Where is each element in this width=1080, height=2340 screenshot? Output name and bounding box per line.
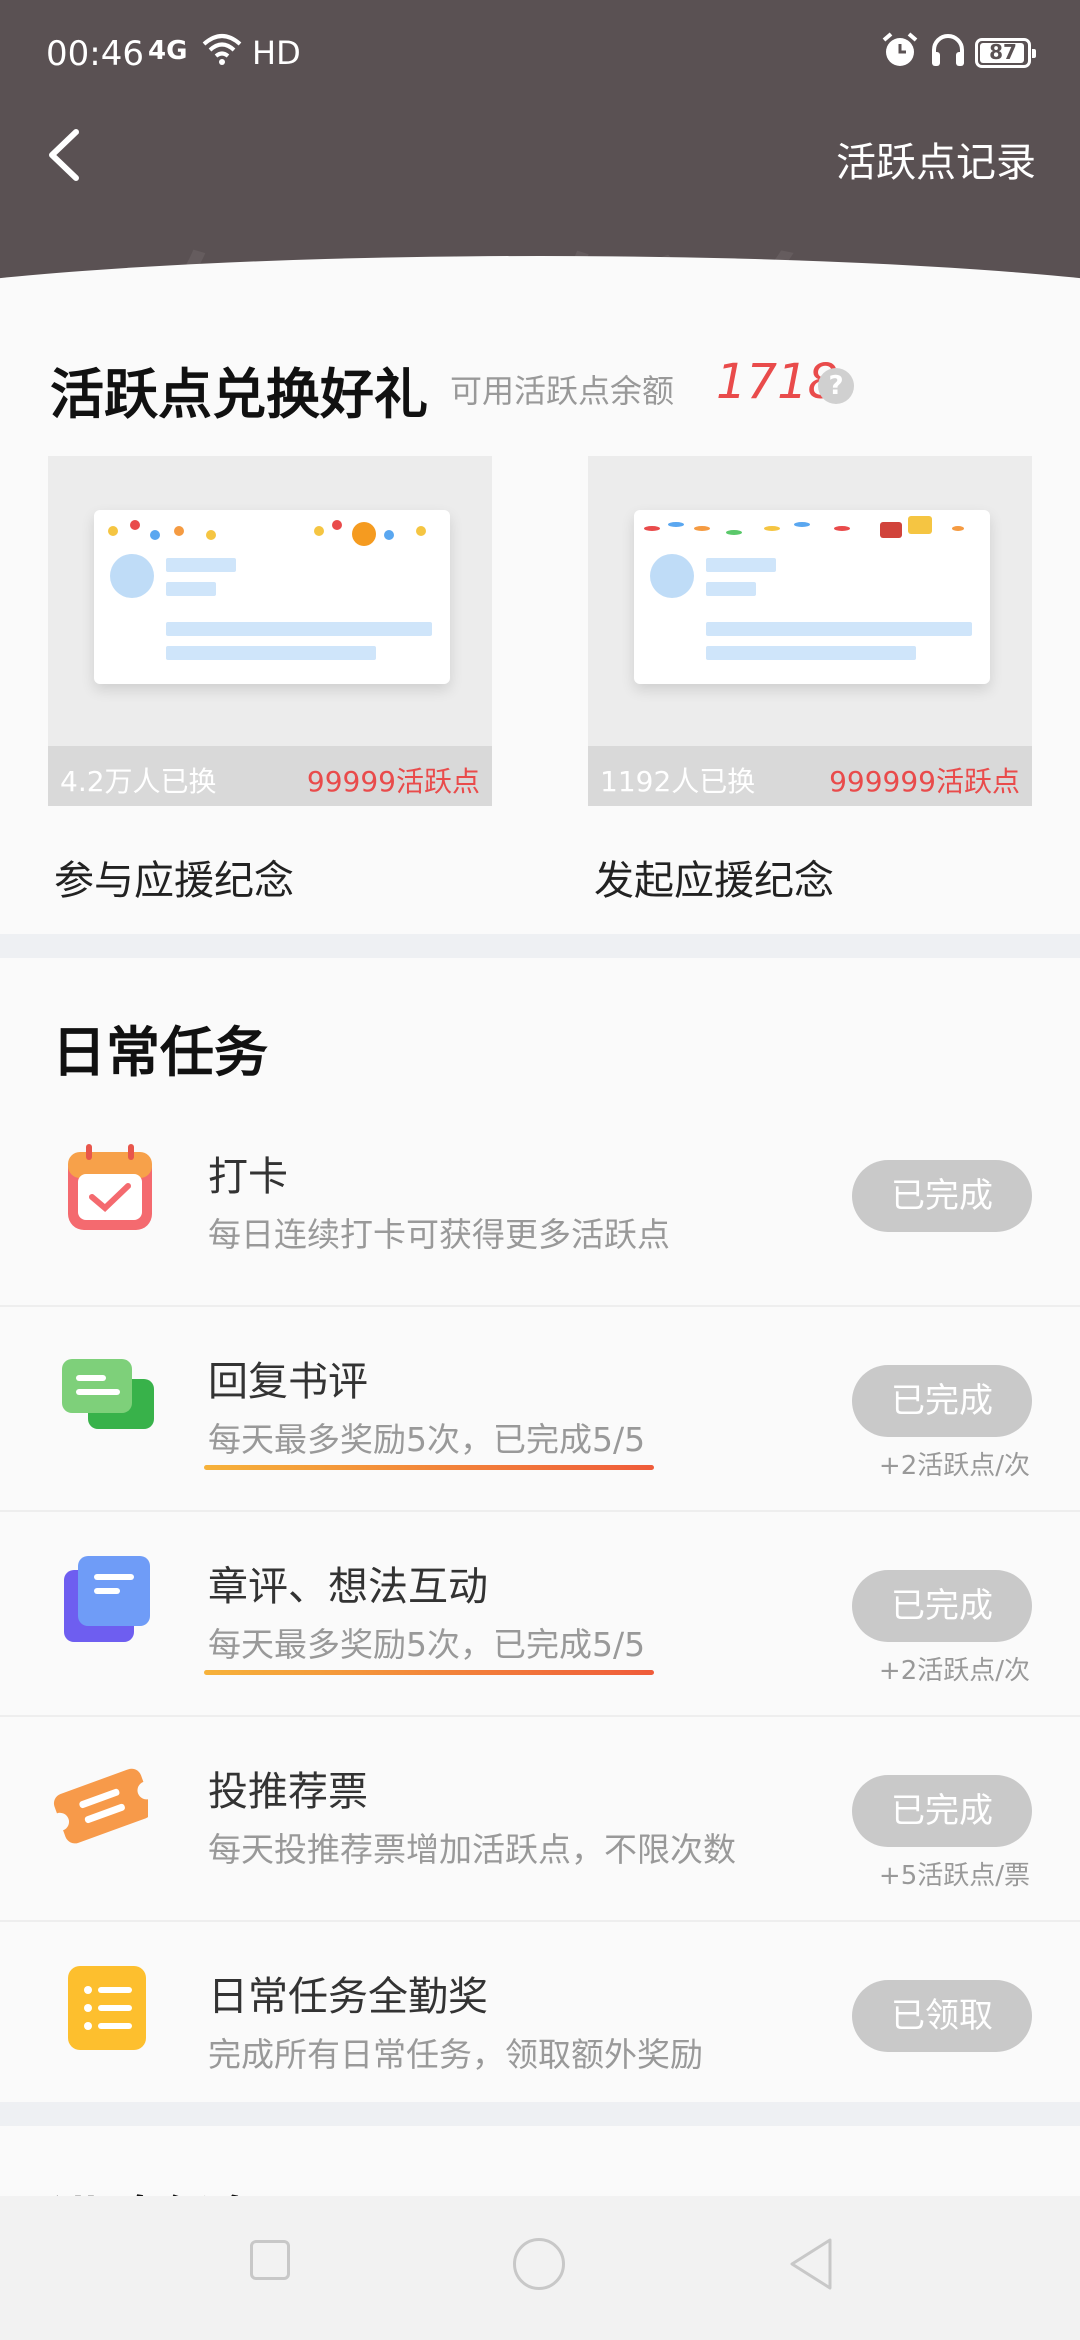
task-description: 每天投推荐票增加活跃点，不限次数 (208, 1830, 736, 1869)
task-title: 回复书评 (208, 1359, 368, 1405)
document-icon (64, 1556, 150, 1642)
task-title: 打卡 (208, 1154, 288, 1200)
gift-price: 999999活跃点 (829, 765, 1020, 798)
battery-level: 87 (989, 40, 1017, 64)
confetti-decoration (94, 520, 450, 546)
task-title: 章评、想法互动 (208, 1564, 488, 1610)
task-status-button[interactable]: 已领取 (852, 1980, 1032, 2052)
calendar-icon (68, 1144, 152, 1230)
task-title: 投推荐票 (208, 1769, 368, 1815)
headset-icon (932, 34, 964, 66)
gift-card[interactable]: 1192人已换 999999活跃点 (588, 456, 1032, 806)
task-status-button[interactable]: 已完成 (852, 1365, 1032, 1437)
task-row: 投推荐票 每天投推荐票增加活跃点，不限次数 已完成 +5活跃点/票 (0, 1715, 1080, 1922)
section-divider (0, 2102, 1080, 2126)
ticket-icon (52, 1768, 148, 1844)
avatar (650, 554, 694, 598)
hd-indicator: HD (252, 34, 301, 72)
activity-record-link[interactable]: 活跃点记录 (836, 130, 1036, 188)
home-button[interactable] (513, 2238, 565, 2290)
nav-back-icon[interactable] (786, 2236, 836, 2292)
daily-tasks-title: 日常任务 (52, 1020, 268, 1084)
gift-preview (634, 510, 990, 684)
progress-underline (204, 1670, 654, 1675)
task-row: 回复书评 每天最多奖励5次，已完成5/5 已完成 +2活跃点/次 (0, 1305, 1080, 1512)
task-description: 每天最多奖励5次，已完成5/5 (208, 1625, 646, 1664)
gift-price: 99999活跃点 (306, 765, 480, 798)
gift-card[interactable]: 4.2万人已换 99999活跃点 (48, 456, 492, 806)
gift-exchange-count: 1192人已换 (600, 765, 756, 798)
gift-exchange-count: 4.2万人已换 (60, 765, 217, 798)
task-status-button[interactable]: 已完成 (852, 1570, 1032, 1642)
task-title: 日常任务全勤奖 (208, 1974, 488, 2020)
task-bonus: +2活跃点/次 (878, 1451, 1030, 1481)
task-row: 章评、想法互动 每天最多奖励5次，已完成5/5 已完成 +2活跃点/次 (0, 1510, 1080, 1717)
gift-footer: 1192人已换 999999活跃点 (588, 746, 1032, 806)
avatar (110, 554, 154, 598)
status-time: 00:46 (46, 34, 144, 74)
signal-icon: 4G (148, 36, 188, 66)
progress-underline (204, 1465, 654, 1470)
task-description: 每天最多奖励5次，已完成5/5 (208, 1420, 646, 1459)
task-status-button[interactable]: 已完成 (852, 1775, 1032, 1847)
exchange-title: 活跃点兑换好礼 (50, 362, 428, 426)
gift-name[interactable]: 发起应援纪念 (594, 848, 834, 906)
gift-preview (94, 510, 450, 684)
confetti-decoration (634, 516, 990, 546)
task-row: 日常任务全勤奖 完成所有日常任务，领取额外奖励 已领取 (0, 1920, 1080, 2125)
list-icon (68, 1966, 146, 2050)
task-row: 打卡 每日连续打卡可获得更多活跃点 已完成 (0, 1100, 1080, 1307)
task-description: 完成所有日常任务，领取额外奖励 (208, 2035, 703, 2074)
balance-label: 可用活跃点余额 (450, 372, 675, 410)
chat-icon (62, 1359, 154, 1429)
section-divider (0, 934, 1080, 958)
task-bonus: +5活跃点/票 (878, 1861, 1030, 1891)
back-arrow-icon[interactable] (36, 120, 96, 190)
task-description: 每日连续打卡可获得更多活跃点 (208, 1215, 670, 1254)
task-bonus: +2活跃点/次 (878, 1656, 1030, 1686)
gift-name[interactable]: 参与应援纪念 (54, 848, 294, 906)
battery-icon: 87 (975, 38, 1036, 68)
recents-button[interactable] (250, 2240, 290, 2280)
alarm-icon (882, 32, 918, 66)
help-icon[interactable]: ? (818, 368, 854, 404)
task-status-button[interactable]: 已完成 (852, 1160, 1032, 1232)
header: 每日任务 00:46 4G HD 87 活跃点记录 (0, 0, 1080, 290)
gift-footer: 4.2万人已换 99999活跃点 (48, 746, 492, 806)
wifi-icon (202, 34, 242, 65)
system-navigation-bar (0, 2196, 1080, 2340)
status-bar: 00:46 4G HD 87 (0, 0, 1080, 106)
